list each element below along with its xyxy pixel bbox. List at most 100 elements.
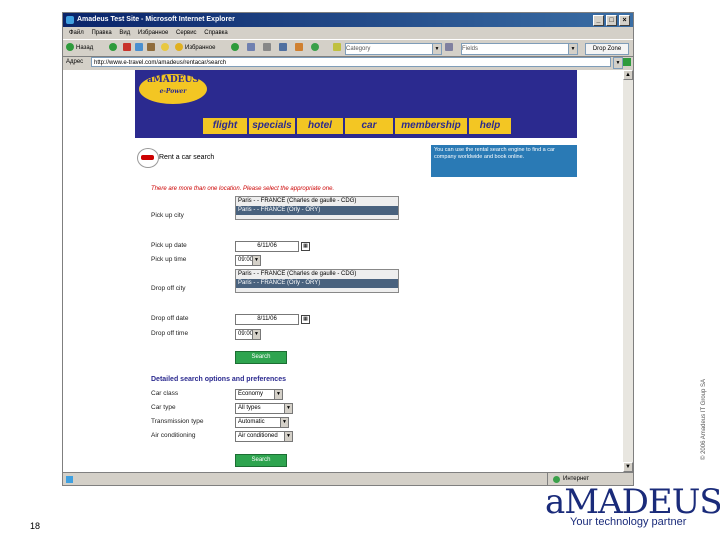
browser-window: Amadeus Test Site - Microsoft Internet E… (62, 12, 634, 486)
messenger-icon (311, 43, 319, 52)
scroll-down-icon[interactable]: ▼ (623, 462, 633, 472)
menu-view[interactable]: Вид (119, 30, 130, 36)
page-icon (66, 476, 73, 483)
address-bar: Адрес http://www.e-travel.com/amadeus/re… (63, 55, 633, 69)
menu-tools[interactable]: Сервис (176, 30, 197, 36)
pickup-city-label: Pick up city (151, 212, 184, 219)
car-class-select[interactable]: Economy ▼ (235, 389, 283, 400)
stop-button[interactable] (123, 43, 133, 53)
forward-button[interactable] (109, 43, 119, 53)
chevron-down-icon: ▼ (284, 432, 292, 441)
address-input[interactable]: http://www.e-travel.com/amadeus/rentacar… (91, 57, 611, 67)
dropoff-time-select[interactable]: 09:00 ▼ (235, 329, 261, 340)
address-dropdown[interactable]: ▼ (613, 57, 623, 69)
page-content: aMADEUS e-Power flight specials hotel car… (63, 70, 623, 472)
refresh-button[interactable] (135, 43, 145, 53)
tab-car[interactable]: car (345, 118, 395, 134)
mail-button[interactable] (247, 43, 257, 53)
drop-zone[interactable]: Drop Zone (585, 43, 629, 55)
chevron-down-icon: ▼ (284, 404, 292, 413)
address-label: Адрес (66, 59, 84, 65)
menu-edit[interactable]: Правка (91, 30, 111, 36)
menu-favorites[interactable]: Избранное (138, 30, 168, 36)
edit-icon (279, 43, 287, 52)
stop-icon (123, 43, 131, 52)
forward-arrow-icon (109, 43, 117, 52)
home-icon (147, 43, 155, 52)
list-item[interactable]: Paris - - FRANCE (Charles de gaulle - CD… (236, 270, 398, 279)
amadeus-logo[interactable]: aMADEUS e-Power (139, 74, 207, 104)
chevron-down-icon: ▼ (252, 256, 260, 265)
print-button[interactable] (263, 43, 273, 53)
dropoff-city-label: Drop off city (151, 285, 186, 292)
refresh-icon (135, 43, 143, 52)
menu-bar: Файл Правка Вид Избранное Сервис Справка (63, 27, 633, 39)
messenger-button[interactable] (311, 43, 321, 53)
dropoff-time-label: Drop off time (151, 330, 189, 337)
chevron-down-icon: ▼ (274, 390, 282, 399)
print-icon (263, 43, 271, 52)
aircon-label: Air conditioning (151, 432, 196, 439)
home-button[interactable] (147, 43, 157, 53)
tab-help[interactable]: help (469, 118, 513, 134)
window-title: Amadeus Test Site - Microsoft Internet E… (77, 16, 235, 23)
tab-flight[interactable]: flight (203, 118, 249, 134)
car-rental-icon (137, 148, 159, 168)
info-box: You can use the rental search engine to … (431, 145, 577, 177)
vertical-scrollbar[interactable]: ▲ ▼ (623, 70, 633, 472)
maximize-button[interactable]: □ (606, 15, 617, 26)
search-button[interactable]: Search (235, 351, 287, 364)
car-type-label: Car type (151, 404, 176, 411)
discuss-button[interactable] (295, 43, 305, 53)
pickup-date-input[interactable]: 6/11/06 (235, 241, 299, 252)
mail-icon (247, 43, 255, 52)
pickup-time-select[interactable]: 09:00 ▼ (235, 255, 261, 266)
scroll-up-icon[interactable]: ▲ (623, 70, 633, 80)
category-combo[interactable]: Category ▼ (345, 43, 442, 55)
search-button-detailed[interactable]: Search (235, 454, 287, 467)
chevron-down-icon: ▼ (568, 44, 577, 54)
history-button[interactable] (231, 43, 241, 53)
title-bar: Amadeus Test Site - Microsoft Internet E… (63, 13, 633, 27)
amadeus-brand-logo: aMADEUS (545, 482, 720, 522)
list-item-selected[interactable]: Paris - - FRANCE (Orly - ORY) (236, 279, 398, 288)
calendar-icon[interactable]: ▦ (301, 315, 310, 324)
history-icon (231, 43, 239, 52)
dropoff-date-input[interactable]: 8/11/06 (235, 314, 299, 325)
dropoff-city-list[interactable]: Paris - - FRANCE (Charles de gaulle - CD… (235, 269, 399, 293)
detailed-options-title: Detailed search options and preferences (151, 376, 286, 383)
tab-membership[interactable]: membership (395, 118, 469, 134)
close-button[interactable]: × (619, 15, 630, 26)
edit-button[interactable] (279, 43, 289, 53)
chevron-down-icon: ▼ (432, 44, 441, 54)
fields-icon (445, 43, 453, 52)
go-icon[interactable] (623, 58, 631, 66)
fields-combo[interactable]: Fields ▼ (461, 43, 578, 55)
page-title: Rent a car search (159, 154, 215, 161)
transmission-label: Transmission type (151, 418, 204, 425)
pickup-city-list[interactable]: Paris - - FRANCE (Charles de gaulle - CD… (235, 196, 399, 220)
star-icon (175, 43, 183, 52)
chevron-down-icon: ▼ (252, 330, 260, 339)
minimize-button[interactable]: _ (593, 15, 604, 26)
list-item-selected[interactable]: Paris - - FRANCE (Orly - ORY) (236, 206, 398, 215)
favorites-button[interactable]: Избранное (175, 43, 215, 53)
transmission-select[interactable]: Automatic ▼ (235, 417, 289, 428)
pickup-time-label: Pick up time (151, 256, 187, 263)
tab-hotel[interactable]: hotel (297, 118, 345, 134)
calendar-icon[interactable]: ▦ (301, 242, 310, 251)
menu-file[interactable]: Файл (69, 30, 84, 36)
list-item[interactable]: Paris - - FRANCE (Charles de gaulle - CD… (236, 197, 398, 206)
ie-icon (66, 16, 74, 24)
fields-tool[interactable] (445, 43, 455, 53)
aircon-select[interactable]: Air conditioned ▼ (235, 431, 293, 442)
car-type-select[interactable]: All types ▼ (235, 403, 293, 414)
tagline: Your technology partner (570, 516, 687, 528)
search-button[interactable] (161, 43, 171, 53)
back-button[interactable]: Назад (66, 43, 93, 53)
menu-help[interactable]: Справка (204, 30, 228, 36)
back-arrow-icon (66, 43, 74, 52)
chevron-down-icon: ▼ (280, 418, 288, 427)
category-tool[interactable] (333, 43, 343, 53)
tab-specials[interactable]: specials (249, 118, 297, 134)
